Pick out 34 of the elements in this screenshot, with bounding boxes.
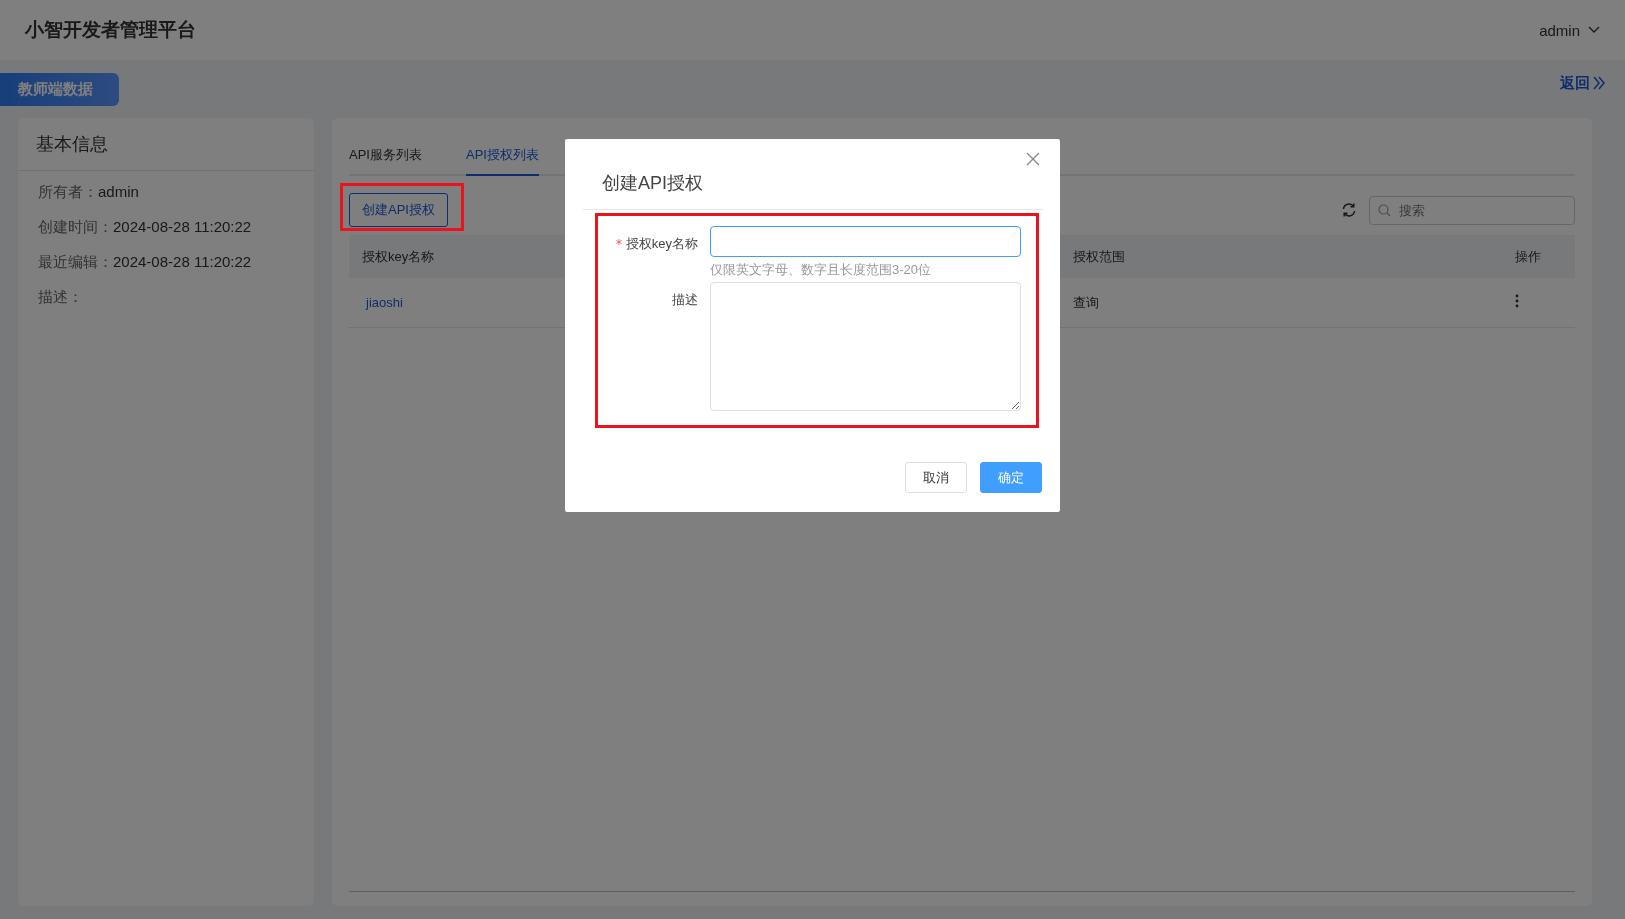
field-label: 授权key名称	[625, 235, 698, 253]
app-title: 小智开发者管理平台	[25, 18, 196, 42]
search-field[interactable]: 搜索	[1369, 195, 1575, 225]
field-hint: 仅限英文字母、数字且长度范围3-20位	[710, 261, 933, 279]
field-value: admin	[98, 183, 139, 202]
chevron-down-icon	[1588, 26, 1600, 34]
field-label: 所有者：	[38, 183, 98, 202]
dialog-title: 创建API授权	[602, 173, 703, 193]
create-button[interactable]: 创建API授权	[349, 193, 448, 227]
double-chevron-icon	[1593, 76, 1605, 90]
more-icon[interactable]	[1515, 294, 1519, 308]
input-field[interactable]	[710, 226, 1021, 257]
tab[interactable]: API授权列表	[465, 136, 539, 176]
required-icon	[615, 239, 622, 245]
field-label: 描述	[672, 291, 698, 309]
column-header: 授权key名称	[362, 247, 436, 266]
back-link[interactable]: 返回	[1560, 73, 1605, 93]
user-menu[interactable]: admin	[1539, 21, 1600, 39]
panel-title: 基本信息	[18, 118, 314, 171]
table-cell-text: 查询	[1073, 293, 1100, 312]
field-value: 2024-08-28 11:20:22	[113, 253, 252, 272]
cancel-button[interactable]: 取消	[905, 462, 967, 493]
search-icon	[1378, 203, 1391, 217]
field-label: 描述：	[38, 288, 83, 307]
confirm-button[interactable]: 确定	[980, 462, 1042, 493]
column-header: 操作	[1515, 247, 1542, 266]
column-header: 授权范围	[1073, 247, 1126, 266]
section-tag: 教师端数据	[0, 72, 119, 106]
field-label: 最近编辑：	[38, 253, 113, 272]
tab[interactable]: API服务列表	[349, 136, 422, 176]
close-icon[interactable]	[1026, 152, 1040, 166]
field-label: 创建时间：	[38, 218, 113, 237]
field-value: 2024-08-28 11:20:22	[113, 218, 252, 237]
refresh-icon[interactable]	[1341, 202, 1357, 218]
